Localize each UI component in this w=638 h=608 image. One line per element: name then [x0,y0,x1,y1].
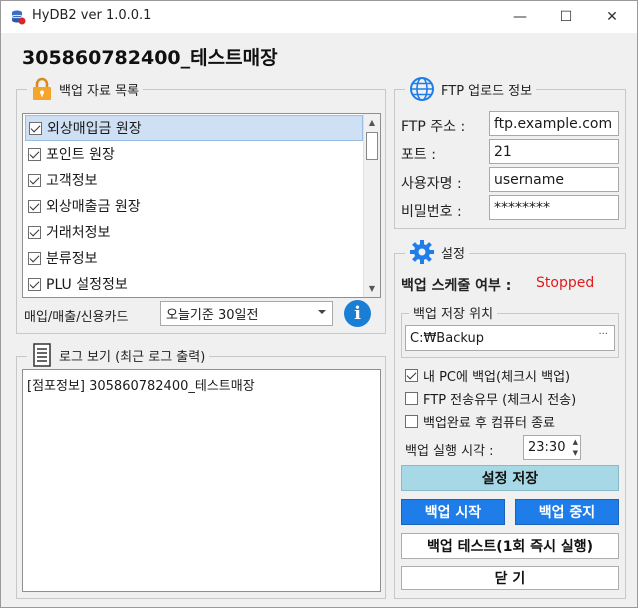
decrement-icon[interactable]: ▼ [573,449,578,457]
schedule-label: 백업 스케줄 여부 : [401,278,512,294]
ftp-transfer-checkbox[interactable]: FTP 전송유무 (체크시 전송) [405,389,576,408]
ftp-port-field[interactable]: 21 [489,139,619,164]
ftp-legend: FTP 업로드 정보 [405,76,537,102]
list-item[interactable]: 고객정보 [25,167,363,193]
shutdown-label: 백업완료 후 컴퓨터 종료 [423,416,555,431]
ftp-port-label: 포트 : [401,147,436,163]
ftp-user-label: 사용자명 : [401,176,462,192]
info-icon[interactable]: i [344,300,371,327]
list-item-checkbox[interactable] [29,121,42,135]
log-legend-label: 로그 보기 (최근 로그 출력) [59,349,206,365]
backup-data-legend: 백업 자료 목록 [27,77,144,101]
list-item-checkbox[interactable] [28,147,41,161]
run-time-stepper[interactable]: 23:30 ▲ ▼ [523,435,581,460]
ftp-password-label: 비밀번호 : [401,204,462,220]
increment-icon[interactable]: ▲ [573,438,578,446]
ftp-address-field[interactable]: ftp.example.com [489,111,619,136]
list-item-label: 외상매출금 원장 [46,199,141,215]
app-window: HyDB2 ver 1.0.0.1 — ☐ ✕ 305860782400_테스트… [0,0,638,608]
list-item[interactable]: 분류정보 [25,245,363,271]
ftp-password-value: ******** [494,199,550,216]
browse-icon[interactable]: ··· [598,329,608,340]
list-item-label: 포인트 원장 [46,147,115,163]
list-item-label: 고객정보 [46,173,98,189]
list-item[interactable]: 외상매입금 원장 [25,115,363,141]
run-time-label: 백업 실행 시각 : [405,444,494,459]
list-item-label: 거래처정보 [46,225,111,241]
pc-backup-checkbox[interactable]: 내 PC에 백업(체크시 백업) [405,366,570,385]
gear-icon [410,240,434,264]
minimize-icon: — [513,9,527,25]
scroll-up-icon[interactable]: ▲ [364,114,380,131]
save-settings-button[interactable]: 설정 저장 [401,465,619,491]
shutdown-checkbox[interactable]: 백업완료 후 컴퓨터 종료 [405,412,555,431]
card-range-value: 오늘기준 30일전 [166,308,259,323]
close-window-button[interactable]: ✕ [589,1,635,33]
ftp-transfer-check-icon[interactable] [405,392,418,405]
list-item[interactable]: 외상매출금 원장 [25,193,363,219]
list-item-checkbox[interactable] [28,277,41,291]
log-legend: 로그 보기 (최근 로그 출력) [27,342,210,368]
pc-backup-label: 내 PC에 백업(체크시 백업) [423,370,571,385]
maximize-button[interactable]: ☐ [543,1,589,33]
test-backup-button[interactable]: 백업 테스트(1회 즉시 실행) [401,533,619,559]
globe-icon [410,77,434,101]
backup-data-list[interactable]: ▲ ▼ 외상매입금 원장포인트 원장고객정보외상매출금 원장거래처정보분류정보 P… [22,113,381,298]
list-item-label: 외상매입금 원장 [47,121,142,137]
list-item-checkbox[interactable] [28,225,41,239]
page-title: 305860782400_테스트매장 [22,47,278,69]
backup-location-field[interactable]: C:₩Backup ··· [405,325,615,351]
minimize-button[interactable]: — [497,1,543,33]
ftp-transfer-label: FTP 전송유무 (체크시 전송) [423,393,577,408]
start-backup-button[interactable]: 백업 시작 [401,499,505,525]
window-title: HyDB2 ver 1.0.0.1 [32,8,152,23]
ftp-address-label: FTP 주소 : [401,119,466,135]
ftp-address-value: ftp.example.com [494,115,613,132]
ftp-user-field[interactable]: username [489,167,619,192]
card-range-label: 매입/매출/신용카드 [24,310,129,325]
close-button[interactable]: 닫 기 [401,566,619,590]
document-icon [33,343,51,367]
list-item[interactable]: PLU 설정정보 [25,271,363,297]
ftp-port-value: 21 [494,143,512,160]
scroll-down-icon[interactable]: ▼ [364,280,380,297]
settings-legend: 설정 [405,239,469,265]
list-item-checkbox[interactable] [28,251,41,265]
log-line: [점포정보] 305860782400_테스트매장 [27,379,255,394]
close-icon: ✕ [606,9,618,25]
ftp-password-field[interactable]: ******** [489,195,619,220]
pc-backup-check-icon[interactable] [405,369,418,382]
settings-legend-label: 설정 [441,246,465,262]
list-item-label: 분류정보 [46,251,98,267]
ftp-user-value: username [494,171,564,188]
card-range-select[interactable]: 오늘기준 30일전 [160,301,333,326]
ftp-legend-label: FTP 업로드 정보 [441,83,533,99]
list-item-checkbox[interactable] [28,173,41,187]
shutdown-check-icon[interactable] [405,415,418,428]
backup-data-legend-label: 백업 자료 목록 [59,83,140,99]
scroll-thumb[interactable] [366,132,378,160]
database-icon [11,10,26,25]
list-item-checkbox[interactable] [28,199,41,213]
run-time-value: 23:30 [528,440,566,455]
schedule-status: Stopped [536,275,595,291]
list-item-label: PLU 설정정보 [46,277,128,293]
location-legend: 백업 저장 위치 [409,303,498,322]
log-output[interactable]: [점포정보] 305860782400_테스트매장 [22,369,381,592]
list-item[interactable]: 거래처정보 [25,219,363,245]
lock-icon [33,77,51,100]
list-scrollbar[interactable]: ▲ ▼ [363,114,380,297]
stop-backup-button[interactable]: 백업 중지 [515,499,619,525]
title-bar: HyDB2 ver 1.0.0.1 — ☐ ✕ [1,1,637,33]
maximize-icon: ☐ [559,9,573,25]
backup-location-value: C:₩Backup [410,330,484,346]
chevron-down-icon [318,310,326,314]
list-item[interactable]: 포인트 원장 [25,141,363,167]
